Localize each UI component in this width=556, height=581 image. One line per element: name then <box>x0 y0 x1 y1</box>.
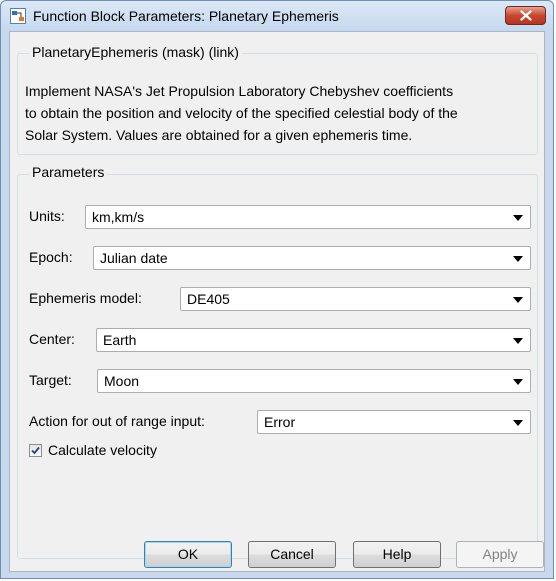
ephemeris-model-label: Ephemeris model: <box>29 290 142 306</box>
description-line: Solar System. Values are obtained for a … <box>25 127 413 143</box>
simulink-block-icon <box>10 8 26 24</box>
chevron-down-icon <box>513 256 523 262</box>
chevron-down-icon <box>513 297 523 303</box>
ephemeris-model-value: DE405 <box>187 291 230 307</box>
ephemeris-model-select[interactable]: DE405 <box>180 287 531 311</box>
target-select[interactable]: Moon <box>97 369 531 393</box>
dialog-window: Function Block Parameters: Planetary Eph… <box>0 0 554 579</box>
description-line: Implement NASA's Jet Propulsion Laborato… <box>25 83 454 99</box>
chevron-down-icon <box>513 215 523 221</box>
units-label: Units: <box>29 208 65 224</box>
calculate-velocity-label[interactable]: Calculate velocity <box>48 442 157 458</box>
chevron-down-icon <box>513 379 523 385</box>
description-line: to obtain the position and velocity of t… <box>25 105 458 121</box>
out-of-range-select[interactable]: Error <box>257 410 531 434</box>
epoch-label: Epoch: <box>29 249 73 265</box>
ok-button[interactable]: OK <box>144 541 232 568</box>
center-label: Center: <box>29 331 75 347</box>
out-of-range-value: Error <box>264 414 296 430</box>
close-button[interactable] <box>505 6 546 25</box>
center-value: Earth <box>103 332 137 348</box>
out-of-range-label: Action for out of range input: <box>29 413 205 429</box>
title-bar[interactable]: Function Block Parameters: Planetary Eph… <box>1 1 553 31</box>
block-description: Implement NASA's Jet Propulsion Laborato… <box>25 80 535 146</box>
parameters-legend: Parameters <box>29 164 108 180</box>
chevron-down-icon <box>513 420 523 426</box>
help-button[interactable]: Help <box>353 541 441 568</box>
apply-button[interactable]: Apply <box>456 541 544 568</box>
epoch-select[interactable]: Julian date <box>93 246 531 270</box>
epoch-value: Julian date <box>100 250 168 266</box>
units-select[interactable]: km,km/s <box>85 205 531 229</box>
close-icon <box>520 10 532 21</box>
checkmark-icon <box>31 446 40 455</box>
units-value: km,km/s <box>92 209 145 225</box>
chevron-down-icon <box>513 338 523 344</box>
target-value: Moon <box>104 373 140 389</box>
calculate-velocity-checkbox[interactable] <box>29 444 42 457</box>
parameters-group <box>17 174 538 559</box>
dialog-content: PlanetaryEphemeris (mask) (link) Impleme… <box>9 31 545 572</box>
center-select[interactable]: Earth <box>96 328 531 352</box>
target-label: Target: <box>29 372 72 388</box>
window-title: Function Block Parameters: Planetary Eph… <box>33 8 339 24</box>
cancel-button[interactable]: Cancel <box>248 541 336 568</box>
block-header: PlanetaryEphemeris (mask) (link) <box>29 44 242 60</box>
